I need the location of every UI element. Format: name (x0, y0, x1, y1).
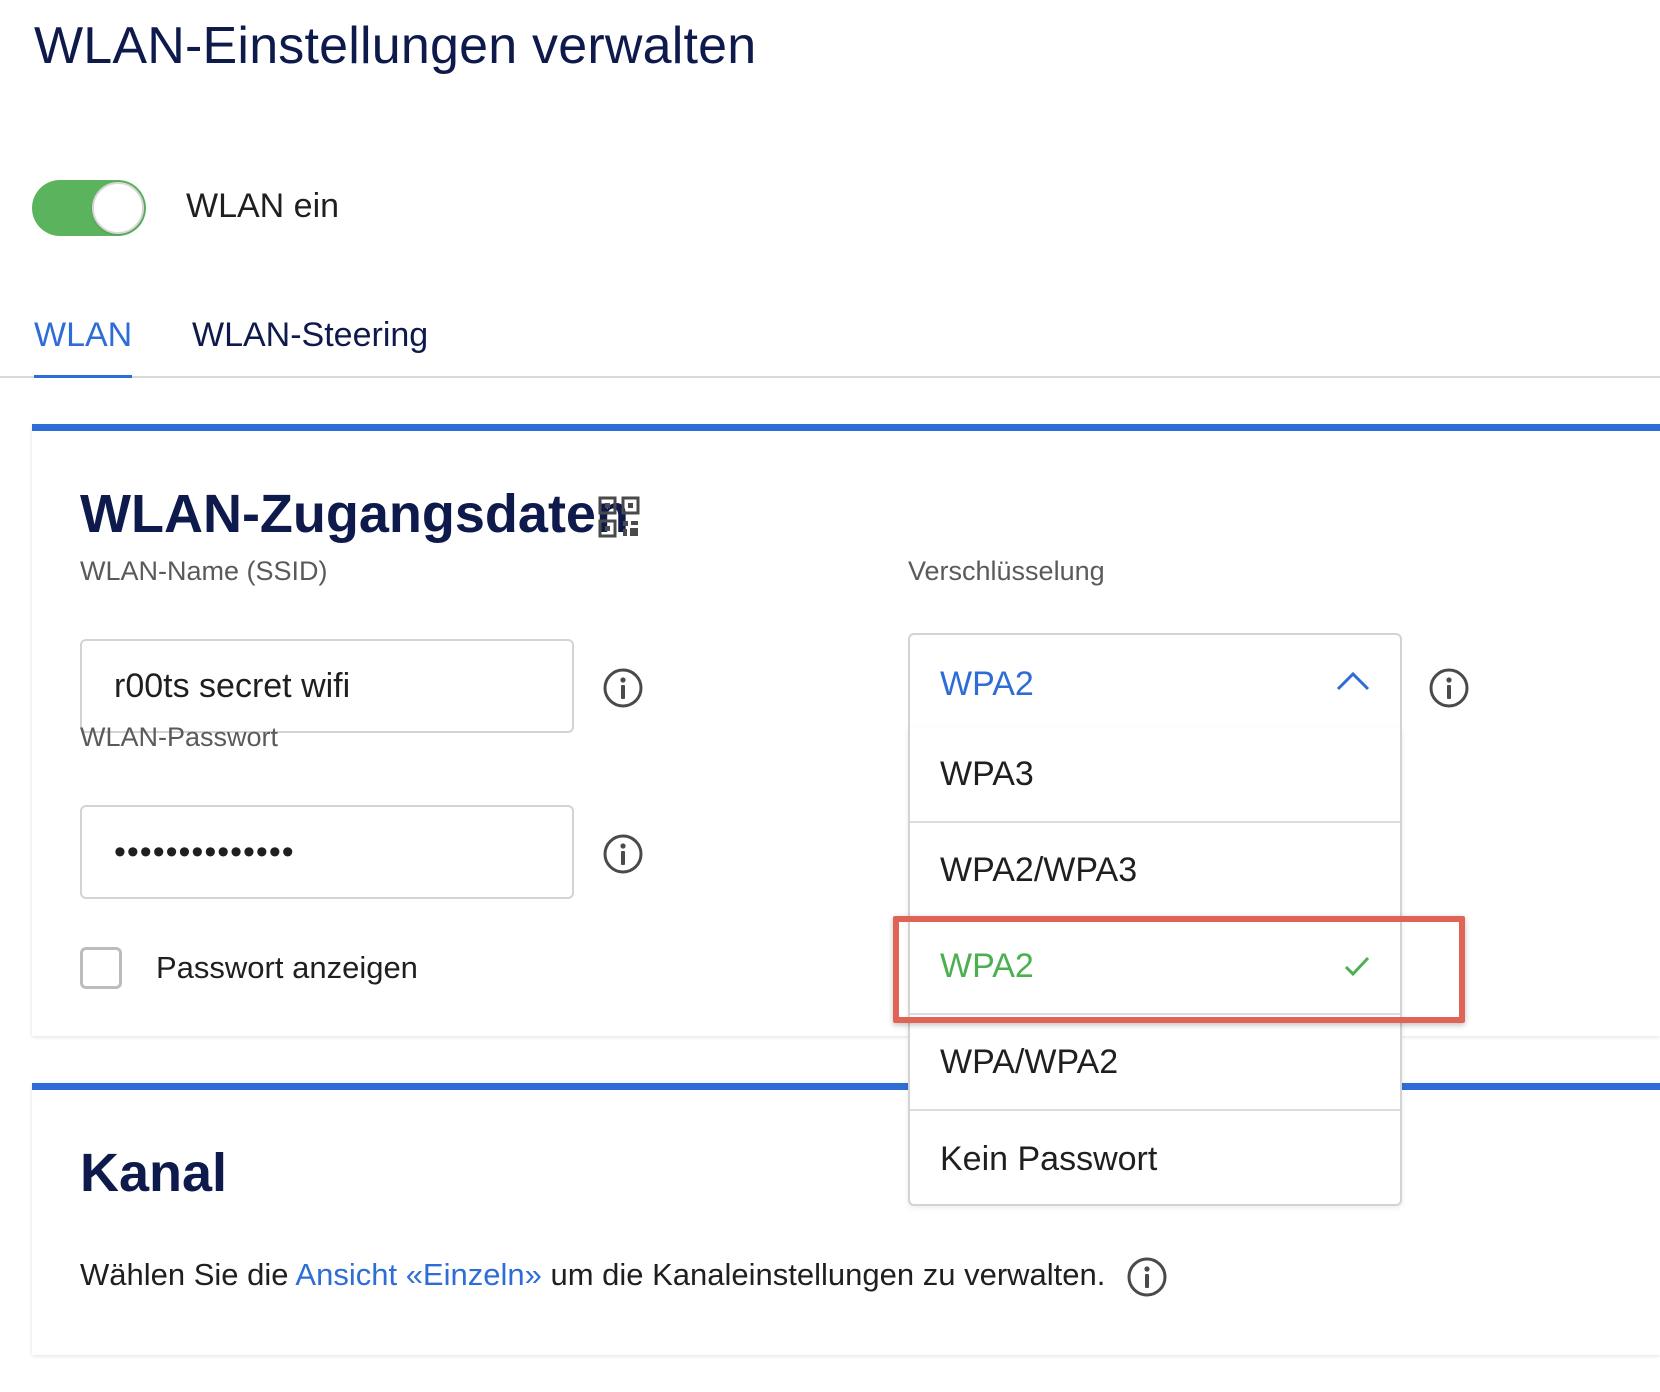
credentials-title: WLAN-Zugangsdaten (80, 484, 629, 544)
checkmark-icon (1344, 956, 1370, 977)
option-wpa3[interactable]: WPA3 (910, 727, 1400, 823)
info-icon[interactable] (602, 833, 644, 875)
kanal-description: Wählen Sie die Ansicht «Einzeln» um die … (80, 1257, 1105, 1293)
option-label: WPA3 (940, 754, 1034, 793)
ssid-label: WLAN-Name (SSID) (80, 556, 328, 586)
encryption-select[interactable]: WPA2 (908, 633, 1402, 728)
show-password-label[interactable]: Passwort anzeigen (156, 950, 418, 986)
encryption-label: Verschlüsselung (908, 556, 1105, 586)
option-wpa2[interactable]: WPA2 (910, 919, 1400, 1015)
page-title: WLAN-Einstellungen verwalten (34, 17, 757, 75)
ansicht-einzeln-link[interactable]: Ansicht «Einzeln» (295, 1257, 541, 1292)
show-password-checkbox[interactable] (80, 947, 122, 989)
password-label: WLAN-Passwort (80, 722, 279, 752)
kanal-text-before: Wählen Sie die (80, 1257, 296, 1292)
tab-bar: WLAN WLAN-Steering (0, 316, 1660, 378)
encryption-dropdown-list: WPA3 WPA2/WPA3 WPA2 WPA/WPA2 Kein Passwo… (908, 727, 1402, 1206)
credentials-card: WLAN-Zugangsdaten WLAN-Name (SSID) r00ts… (32, 424, 1660, 1036)
toggle-knob (92, 182, 144, 234)
option-label: WPA/WPA2 (940, 1042, 1119, 1081)
option-label: Kein Passwort (940, 1139, 1158, 1178)
qr-code-icon[interactable] (597, 495, 641, 539)
option-kein-passwort[interactable]: Kein Passwort (910, 1111, 1400, 1207)
ssid-input[interactable]: r00ts secret wifi (80, 639, 574, 733)
info-icon[interactable] (602, 667, 644, 709)
toggle-label: WLAN ein (186, 187, 340, 225)
encryption-selected-value: WPA2 (940, 665, 1034, 703)
wlan-toggle[interactable] (32, 180, 146, 236)
chevron-up-icon (1336, 671, 1370, 691)
option-label: WPA2 (940, 946, 1034, 985)
password-input[interactable]: •••••••••••••• (80, 805, 574, 899)
option-label: WPA2/WPA3 (940, 850, 1138, 889)
tab-wlan[interactable]: WLAN (34, 316, 133, 378)
tab-wlan-steering[interactable]: WLAN-Steering (192, 316, 428, 378)
kanal-title: Kanal (80, 1143, 228, 1203)
info-icon[interactable] (1428, 667, 1470, 709)
kanal-text-after: um die Kanaleinstellungen zu verwalten. (541, 1257, 1106, 1292)
option-wpa2-wpa3[interactable]: WPA2/WPA3 (910, 823, 1400, 919)
option-wpa-wpa2[interactable]: WPA/WPA2 (910, 1015, 1400, 1111)
info-icon[interactable] (1126, 1256, 1168, 1298)
kanal-card: Kanal Wählen Sie die Ansicht «Einzeln» u… (32, 1083, 1660, 1355)
